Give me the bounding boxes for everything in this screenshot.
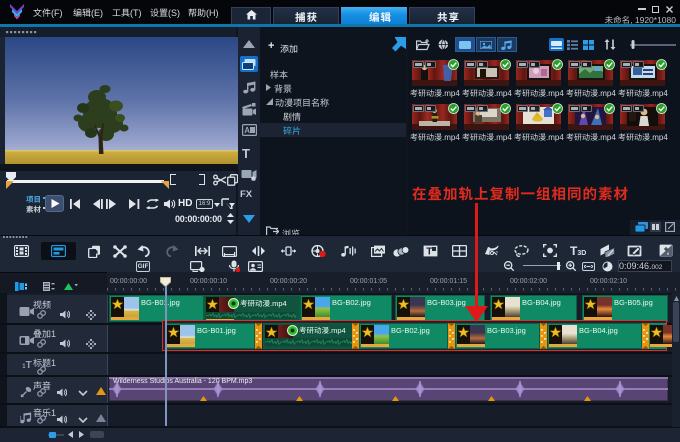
svg-text:T: T <box>426 247 432 258</box>
svg-text:1: 1 <box>20 416 22 422</box>
svg-text:A: A <box>244 126 250 135</box>
